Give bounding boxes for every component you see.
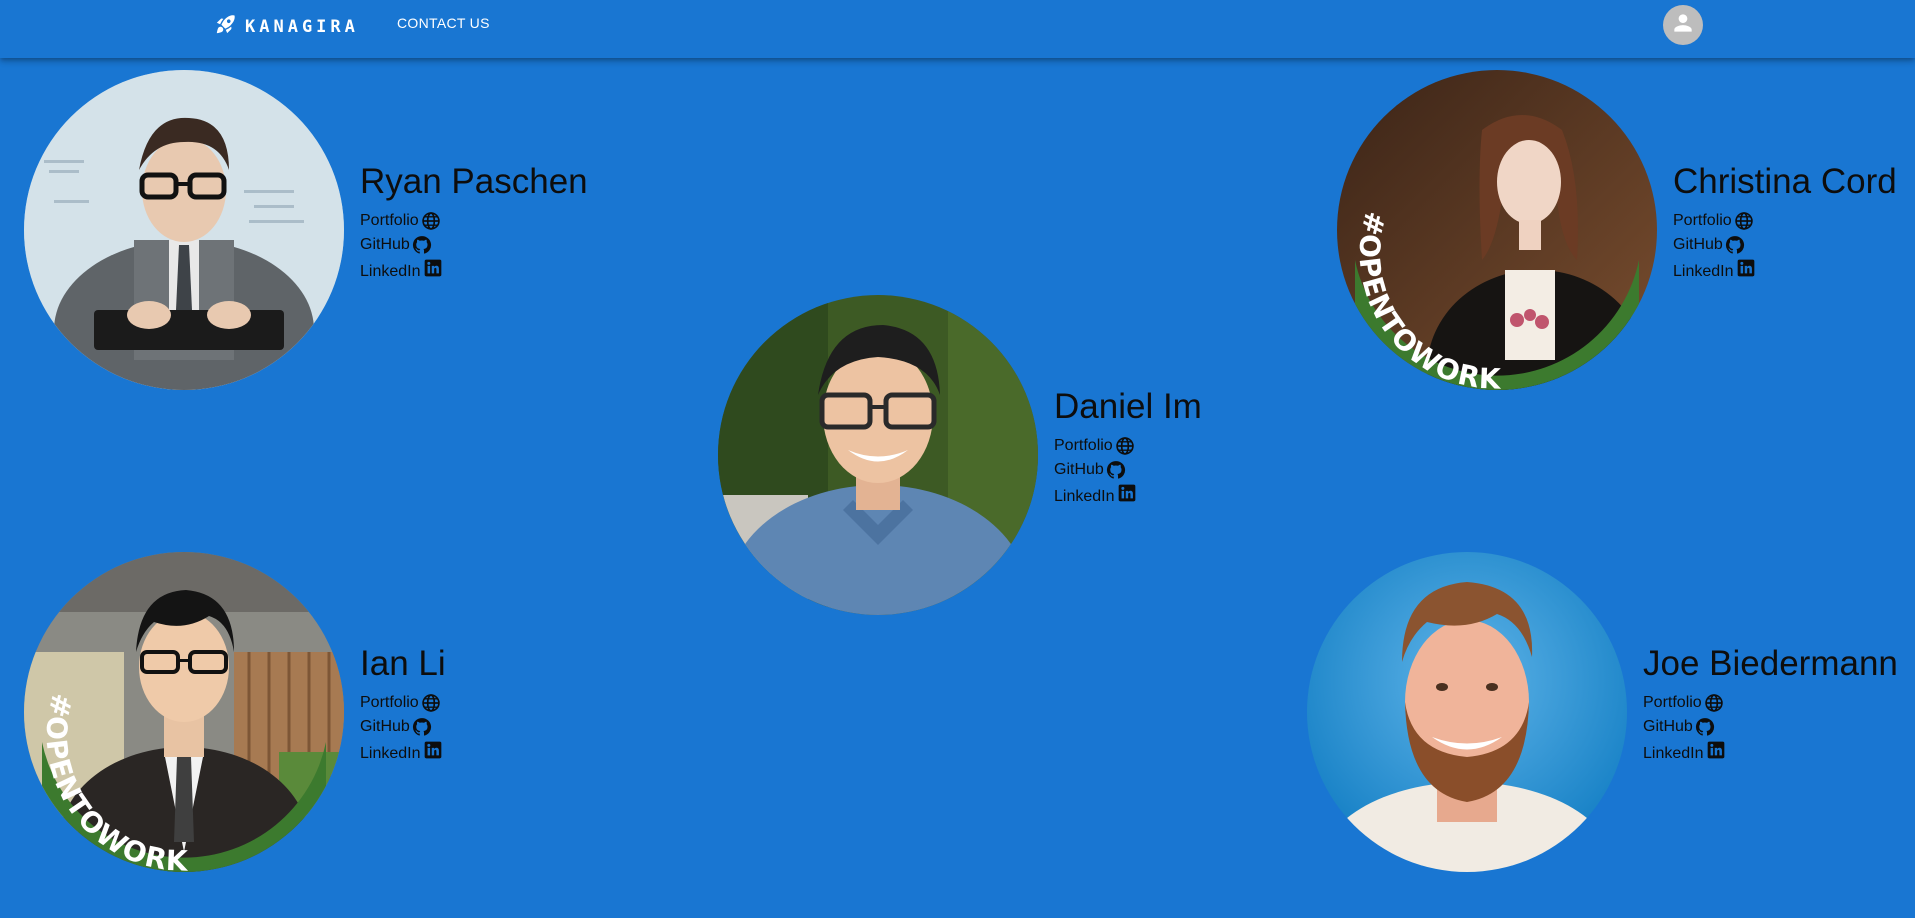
member-links: Portfolio GitHub LinkedIn: [360, 209, 588, 287]
globe-icon: [421, 694, 440, 712]
profile-photo: #OPENTOWORK: [24, 552, 344, 872]
portfolio-link[interactable]: Portfolio: [1054, 434, 1202, 458]
member-links: Portfolio GitHub LinkedIn: [1054, 434, 1202, 512]
github-label: GitHub: [360, 236, 410, 253]
github-icon: [412, 718, 431, 736]
linkedin-label: LinkedIn: [1673, 263, 1734, 280]
profile-photo: #OPENTOWORK: [1337, 70, 1657, 390]
nav-contact-us[interactable]: CONTACT US: [397, 15, 490, 31]
portfolio-link[interactable]: Portfolio: [360, 691, 446, 715]
github-label: GitHub: [1643, 718, 1693, 735]
member-name: Christina Cord: [1673, 162, 1897, 201]
linkedin-link[interactable]: LinkedIn: [360, 739, 446, 769]
linkedin-link[interactable]: LinkedIn: [1673, 257, 1897, 287]
profile-photo: [718, 295, 1038, 615]
linkedin-icon: [1118, 484, 1135, 502]
github-link[interactable]: GitHub: [1673, 233, 1897, 257]
profile-photo: [1307, 552, 1627, 872]
linkedin-icon: [1737, 259, 1754, 277]
linkedin-icon: [424, 741, 441, 759]
portfolio-label: Portfolio: [360, 694, 419, 711]
globe-icon: [1704, 694, 1723, 712]
member-info: Ian Li Portfolio GitHub LinkedIn: [360, 643, 446, 769]
globe-icon: [1734, 212, 1753, 230]
linkedin-label: LinkedIn: [360, 745, 421, 762]
github-link[interactable]: GitHub: [360, 233, 588, 257]
brand-name: KANAGIRA: [245, 16, 359, 37]
github-link[interactable]: GitHub: [1643, 715, 1898, 739]
globe-icon: [421, 212, 440, 230]
profile-photo: [24, 70, 344, 390]
member-name: Ryan Paschen: [360, 162, 588, 201]
github-label: GitHub: [1054, 461, 1104, 478]
member-links: Portfolio GitHub LinkedIn: [360, 691, 446, 769]
github-icon: [412, 236, 431, 254]
portfolio-link[interactable]: Portfolio: [360, 209, 588, 233]
portfolio-label: Portfolio: [1054, 437, 1113, 454]
github-link[interactable]: GitHub: [1054, 458, 1202, 482]
github-icon: [1725, 236, 1744, 254]
linkedin-icon: [424, 259, 441, 277]
linkedin-label: LinkedIn: [1643, 745, 1704, 762]
member-links: Portfolio GitHub LinkedIn: [1643, 691, 1898, 769]
app-bar: KANAGIRA CONTACT US: [0, 0, 1915, 58]
brand-logo[interactable]: KANAGIRA: [215, 13, 359, 40]
member-links: Portfolio GitHub LinkedIn: [1673, 209, 1897, 287]
linkedin-link[interactable]: LinkedIn: [1054, 482, 1202, 512]
github-link[interactable]: GitHub: [360, 715, 446, 739]
member-info: Christina Cord Portfolio GitHub LinkedIn: [1673, 161, 1897, 287]
member-name: Ian Li: [360, 644, 446, 683]
portfolio-link[interactable]: Portfolio: [1673, 209, 1897, 233]
rocket-icon: [215, 13, 237, 40]
member-info: Daniel Im Portfolio GitHub LinkedIn: [1054, 386, 1202, 512]
github-icon: [1106, 461, 1125, 479]
member-info: Joe Biedermann Portfolio GitHub LinkedIn: [1643, 643, 1898, 769]
member-name: Joe Biedermann: [1643, 644, 1898, 683]
github-label: GitHub: [1673, 236, 1723, 253]
account-avatar[interactable]: [1663, 5, 1703, 45]
linkedin-icon: [1707, 741, 1724, 759]
portfolio-label: Portfolio: [1643, 694, 1702, 711]
github-icon: [1695, 718, 1714, 736]
portfolio-link[interactable]: Portfolio: [1643, 691, 1898, 715]
account-icon: [1670, 10, 1696, 41]
linkedin-link[interactable]: LinkedIn: [360, 257, 588, 287]
portfolio-label: Portfolio: [360, 212, 419, 229]
linkedin-link[interactable]: LinkedIn: [1643, 739, 1898, 769]
github-label: GitHub: [360, 718, 410, 735]
globe-icon: [1115, 437, 1134, 455]
linkedin-label: LinkedIn: [1054, 488, 1115, 505]
linkedin-label: LinkedIn: [360, 263, 421, 280]
member-info: Ryan Paschen Portfolio GitHub LinkedIn: [360, 161, 588, 287]
portfolio-label: Portfolio: [1673, 212, 1732, 229]
member-name: Daniel Im: [1054, 387, 1202, 426]
